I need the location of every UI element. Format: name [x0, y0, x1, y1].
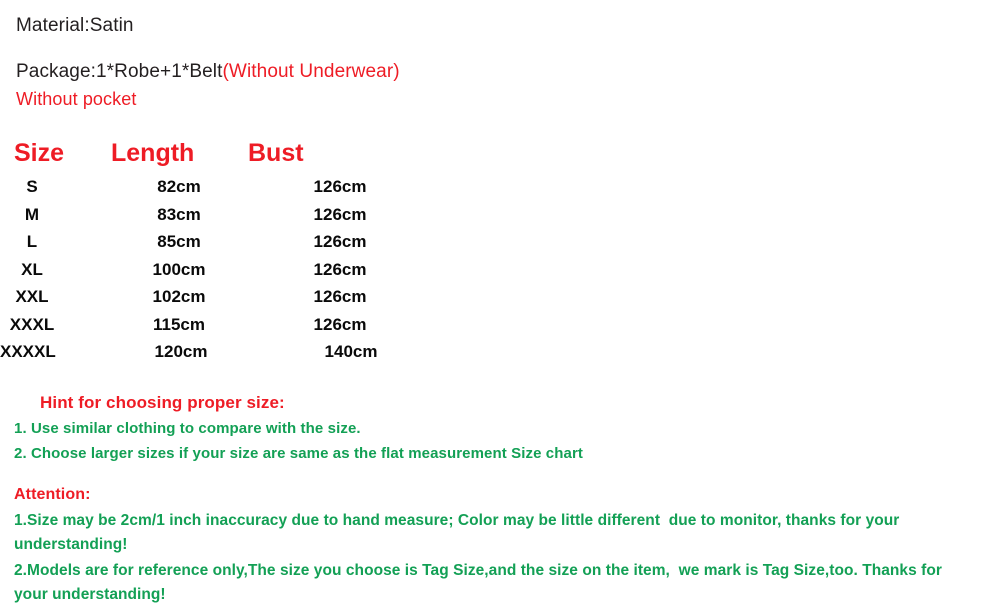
table-header-row: Size Length Bust	[0, 136, 420, 173]
hint-item: 2. Choose larger sizes if your size are …	[14, 445, 583, 462]
hint-item: 1. Use similar clothing to compare with …	[14, 420, 361, 437]
table-row: XXL 102cm 126cm	[0, 283, 420, 311]
cell-bust: 140cm	[324, 342, 378, 361]
size-chart-table-wrapper: Size Length Bust S 82cm 126cm M 83cm 126…	[0, 136, 460, 366]
cell-bust: 126cm	[313, 314, 367, 334]
cell-length: 100cm	[152, 259, 206, 279]
cell-size: XXL	[15, 287, 49, 306]
column-header-bust: Bust	[248, 139, 304, 167]
cell-bust: 126cm	[313, 259, 367, 279]
cell-size: XXXXL	[0, 342, 56, 361]
cell-size: XXXL	[9, 314, 55, 334]
cell-length: 82cm	[157, 177, 201, 196]
attention-section: Attention: 1.Size may be 2cm/1 inch inac…	[14, 483, 966, 606]
attention-item: 1.Size may be 2cm/1 inch inaccuracy due …	[14, 512, 904, 553]
cell-size: S	[26, 177, 38, 196]
table-row: M 83cm 126cm	[0, 201, 420, 229]
cell-size: M	[24, 204, 40, 224]
table-row: S 82cm 126cm	[0, 173, 420, 201]
table-row: XXXL 115cm 126cm	[0, 311, 420, 339]
product-intro: Material:Satin Package:1*Robe+1*Belt(Wit…	[16, 12, 956, 112]
size-chart-body: S 82cm 126cm M 83cm 126cm L 85cm 126cm X…	[0, 173, 420, 366]
cell-length: 85cm	[157, 232, 201, 251]
package-exclusion-note: (Without Underwear)	[222, 61, 400, 82]
package-contents: Package:1*Robe+1*Belt	[16, 61, 223, 82]
column-header-size: Size	[14, 139, 65, 167]
cell-bust: 126cm	[313, 177, 367, 196]
sizing-hint-section: Hint for choosing proper size: 1. Use si…	[14, 390, 954, 466]
attention-title: Attention:	[14, 486, 91, 503]
cell-length: 102cm	[152, 287, 206, 306]
cell-size: XL	[21, 259, 43, 279]
size-chart-head: Size Length Bust	[0, 136, 420, 173]
table-row: L 85cm 126cm	[0, 228, 420, 256]
table-row: XXXXL 120cm 140cm	[0, 338, 420, 366]
intro-spacer	[16, 40, 956, 58]
cell-bust: 126cm	[313, 287, 367, 306]
cell-bust: 126cm	[313, 232, 367, 251]
material-line: Material:Satin	[16, 15, 134, 36]
package-line: Package:1*Robe+1*Belt(Without Underwear)	[16, 58, 956, 86]
cell-length: 120cm	[154, 342, 208, 361]
size-chart-table: Size Length Bust S 82cm 126cm M 83cm 126…	[0, 136, 420, 366]
hint-title: Hint for choosing proper size:	[40, 393, 285, 412]
table-row: XL 100cm 126cm	[0, 256, 420, 284]
cell-length: 83cm	[157, 204, 201, 224]
attention-item: 2.Models are for reference only,The size…	[14, 562, 947, 603]
cell-size: L	[26, 232, 38, 251]
column-header-length: Length	[111, 139, 195, 167]
cell-bust: 126cm	[313, 204, 367, 224]
size-chart-page: Material:Satin Package:1*Robe+1*Belt(Wit…	[0, 0, 984, 616]
cell-length: 115cm	[153, 314, 205, 334]
pocket-note: Without pocket	[16, 89, 137, 109]
